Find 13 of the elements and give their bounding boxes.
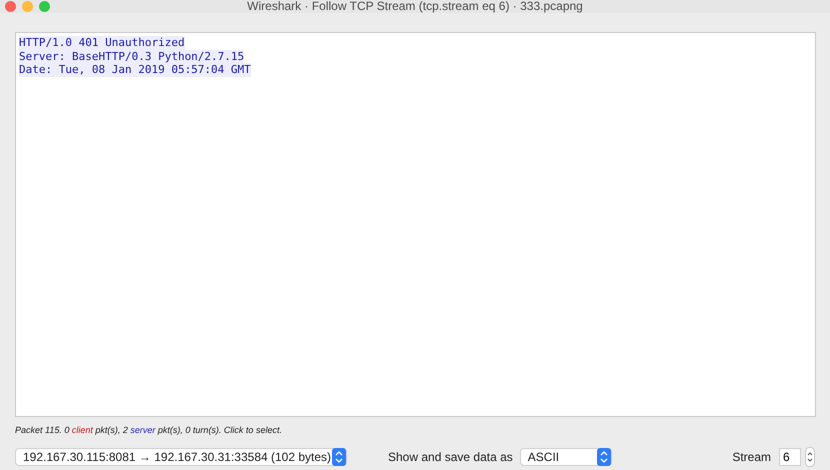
updown-icon [596, 448, 611, 466]
status-text[interactable]: Packet 115. 0 client pkt(s), 2 server pkt(s), 0 turn(s). Click to select. [15, 425, 282, 435]
stream-number-field[interactable]: 6 [779, 448, 801, 466]
updown-icon [332, 448, 346, 466]
conversation-select[interactable]: 192.167.30.115:8081 → 192.167.30.31:33584 (102 bytes) [15, 448, 347, 466]
close-button[interactable] [5, 1, 16, 12]
format-select[interactable]: ASCII [520, 448, 612, 466]
format-label: Show and save data as [388, 450, 513, 464]
window-title: Wireshark · Follow TCP Stream (tcp.stream eq 6) · 333.pcapng [247, 0, 583, 13]
minimize-button[interactable] [22, 1, 33, 12]
zoom-button[interactable] [39, 1, 50, 12]
stream-label: Stream [732, 450, 771, 464]
stepper-icon[interactable] [805, 447, 815, 467]
